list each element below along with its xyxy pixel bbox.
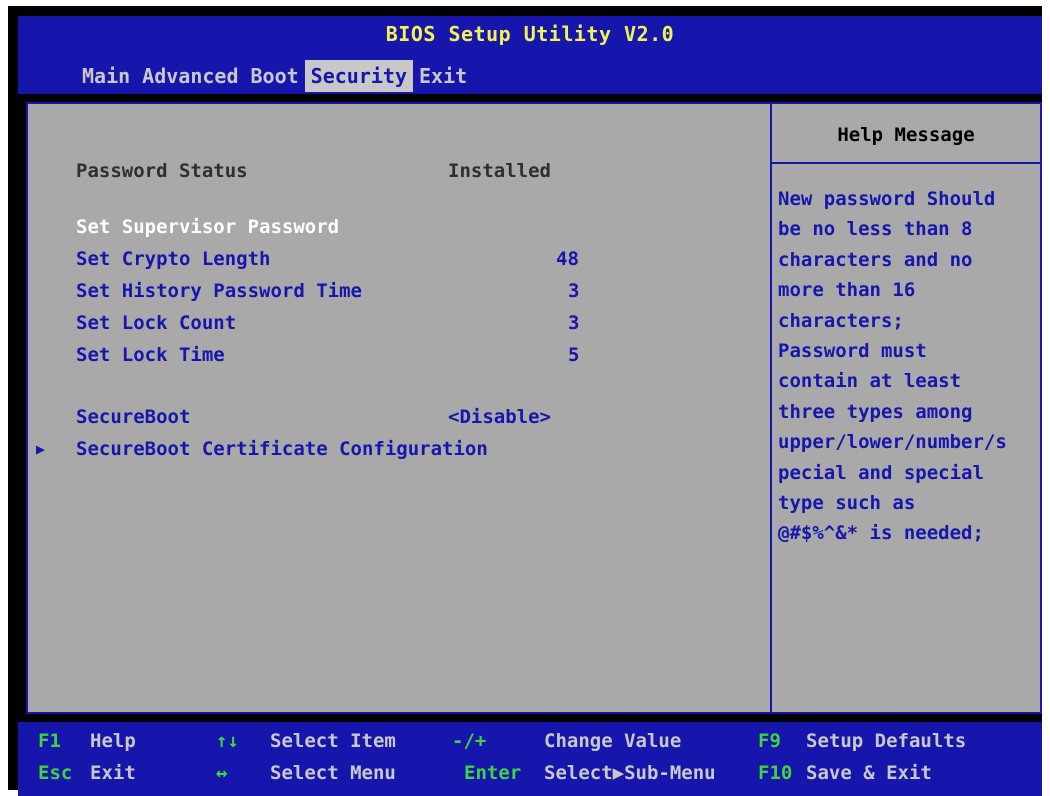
settings-list: Password Status Installed Set Supervisor… [28, 104, 770, 712]
help-line: @#$%^&* is needed; [778, 522, 984, 545]
set-crypto-length-label[interactable]: Set Crypto Length [76, 244, 270, 274]
tab-security[interactable]: Security [304, 60, 413, 92]
help-line: characters and no [778, 248, 973, 271]
f9-key: F9 [758, 730, 781, 752]
help-line: three types among [778, 400, 973, 423]
secureboot-value[interactable]: <Disable> [448, 402, 551, 432]
set-history-password-time-value[interactable]: 3 [568, 276, 579, 306]
set-crypto-length-value[interactable]: 48 [556, 244, 579, 274]
tab-main[interactable]: Main [76, 60, 136, 92]
select-item-label: Select Item [270, 730, 396, 752]
f1-key: F1 [38, 730, 61, 752]
help-line: Password must [778, 340, 927, 363]
help-line: New password Should [778, 188, 996, 210]
menu-tabs: Main Advanced Boot Security Exit [76, 60, 473, 92]
setup-defaults-label: Setup Defaults [806, 730, 967, 752]
help-line: pecial and special [778, 461, 984, 484]
esc-exit-label: Exit [90, 762, 136, 784]
change-value-label: Change Value [544, 730, 682, 752]
set-supervisor-password-label[interactable]: Set Supervisor Password [76, 212, 339, 242]
help-line: be no less than 8 [778, 218, 973, 241]
esc-key: Esc [38, 762, 73, 784]
enter-key: Enter [464, 762, 522, 784]
set-lock-count-label[interactable]: Set Lock Count [76, 308, 236, 338]
secureboot-cert-label[interactable]: SecureBoot Certificate Configuration [76, 434, 488, 464]
help-line: upper/lower/number/s [778, 431, 1007, 454]
bios-title: BIOS Setup Utility V2.0 [385, 22, 675, 46]
footer-keys: F1 Help ↑↓ Select Item -/+ Change Value … [18, 722, 1042, 796]
set-lock-time-value[interactable]: 5 [568, 340, 579, 370]
header-bar: BIOS Setup Utility V2.0 Main Advanced Bo… [18, 16, 1042, 94]
help-panel: Help Message New password Should be no l… [772, 104, 1040, 712]
set-lock-count-value[interactable]: 3 [568, 308, 579, 338]
plus-minus-key: -/+ [452, 730, 487, 752]
save-exit-label: Save & Exit [806, 762, 932, 784]
help-separator [772, 162, 1040, 164]
set-lock-time-label[interactable]: Set Lock Time [76, 340, 225, 370]
tab-exit[interactable]: Exit [413, 60, 473, 92]
secureboot-label[interactable]: SecureBoot [76, 402, 190, 432]
help-line: type such as [778, 492, 916, 515]
tab-boot[interactable]: Boot [245, 60, 305, 92]
help-line: contain at least [778, 370, 962, 393]
bios-screen: BIOS Setup Utility V2.0 Main Advanced Bo… [8, 6, 1042, 796]
main-panel: Password Status Installed Set Supervisor… [26, 102, 1042, 714]
set-history-password-time-label[interactable]: Set History Password Time [76, 276, 362, 306]
f1-help-label: Help [90, 730, 136, 752]
submenu-arrow-icon: ▶ [36, 440, 46, 458]
help-text: New password Should be no less than 8 ch… [778, 184, 1040, 549]
leftright-arrow-icon: ↔ [216, 762, 228, 784]
f10-key: F10 [758, 762, 793, 784]
password-status-value: Installed [448, 160, 551, 182]
help-title: Help Message [837, 124, 975, 146]
password-status-label: Password Status [76, 160, 248, 182]
help-line: more than 16 [778, 279, 916, 302]
updown-arrow-icon: ↑↓ [216, 730, 239, 752]
select-menu-label: Select Menu [270, 762, 396, 784]
tab-advanced[interactable]: Advanced [136, 60, 244, 92]
select-submenu-label: Select▶Sub-Menu [544, 762, 716, 784]
help-line: characters; [778, 309, 904, 332]
